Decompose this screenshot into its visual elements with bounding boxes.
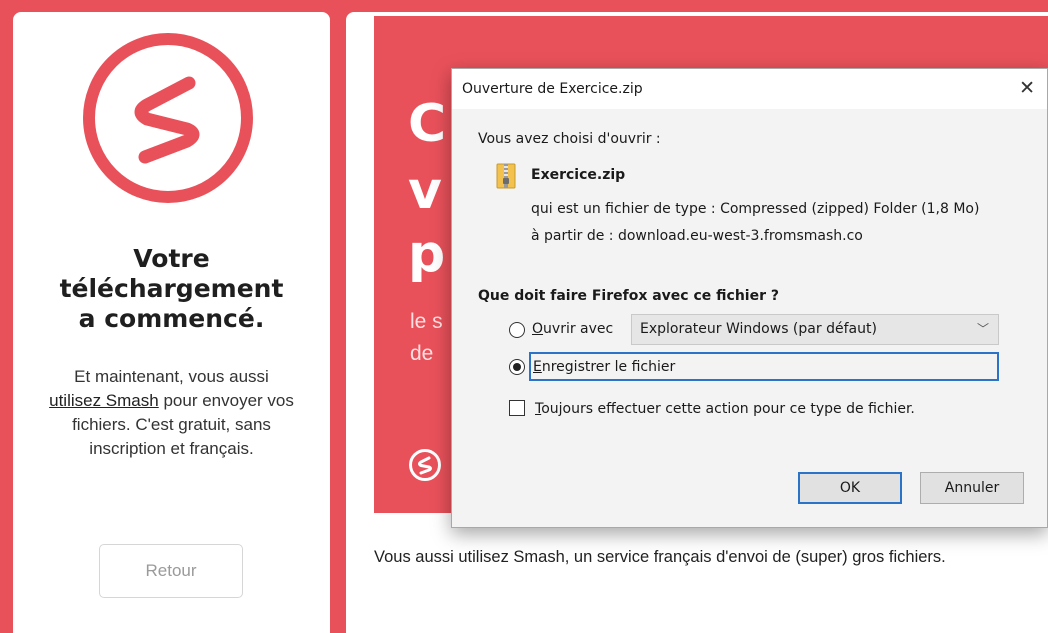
title-line-2: téléchargement (59, 274, 284, 303)
dialog-title: Ouverture de Exercice.zip (462, 81, 643, 97)
close-icon[interactable]: ✕ (1019, 77, 1035, 99)
question-label: Que doit faire Firefox avec ce fichier ? (478, 288, 779, 304)
open-with-app: Explorateur Windows (par défaut) (640, 321, 877, 337)
promo-headline-3: p (408, 224, 446, 284)
dialog-titlebar[interactable]: Ouverture de Exercice.zip ✕ (452, 69, 1047, 109)
zip-file-icon (496, 163, 516, 189)
footer-text: Vous aussi utilisez Smash, un service fr… (374, 548, 946, 566)
back-button[interactable]: Retour (99, 544, 243, 598)
open-with-text: uvrir avec (543, 321, 614, 337)
download-dialog: Ouverture de Exercice.zip ✕ Vous avez ch… (451, 68, 1048, 528)
promo-sub-2: de (410, 342, 434, 365)
title-line-3: a commencé. (78, 304, 265, 333)
chosen-label: Vous avez choisi d'ouvrir : (478, 131, 661, 147)
description: Et maintenant, vous aussi utilisez Smash… (43, 365, 300, 461)
download-title: Votre téléchargement a commencé. (13, 244, 330, 334)
promo-headline-1: C (408, 94, 447, 154)
open-with-mnemonic: O (532, 321, 544, 337)
smash-small-logo-icon (409, 449, 441, 481)
save-text: nregistrer le fichier (541, 359, 676, 375)
save-file-radio[interactable] (509, 359, 525, 375)
save-mnemonic: E (533, 359, 542, 375)
cancel-button[interactable]: Annuler (920, 472, 1024, 504)
file-type: qui est un fichier de type : Compressed … (531, 201, 980, 217)
always-text: oujours effectuer cette action pour ce t… (541, 401, 915, 417)
smash-link[interactable]: utilisez Smash (49, 391, 159, 410)
open-with-select[interactable]: Explorateur Windows (par défaut) ﹀ (631, 314, 999, 345)
title-line-1: Votre (133, 244, 210, 273)
ok-button[interactable]: OK (798, 472, 902, 504)
desc-before: Et maintenant, vous aussi (74, 367, 269, 386)
always-checkbox[interactable] (509, 400, 525, 416)
open-with-label[interactable]: Ouvrir avec (532, 321, 613, 337)
chevron-down-icon: ﹀ (976, 322, 989, 336)
promo-sub-1: le s (410, 310, 443, 333)
left-panel: Votre téléchargement a commencé. Et main… (13, 12, 330, 633)
file-name: Exercice.zip (531, 167, 626, 183)
smash-logo-icon (83, 33, 253, 203)
promo-headline-2: v (408, 161, 442, 221)
save-file-option[interactable]: Enregistrer le fichier (529, 352, 999, 381)
open-with-radio[interactable] (509, 322, 525, 338)
file-source: à partir de : download.eu-west-3.fromsma… (531, 228, 863, 244)
always-label[interactable]: Toujours effectuer cette action pour ce … (535, 401, 915, 417)
